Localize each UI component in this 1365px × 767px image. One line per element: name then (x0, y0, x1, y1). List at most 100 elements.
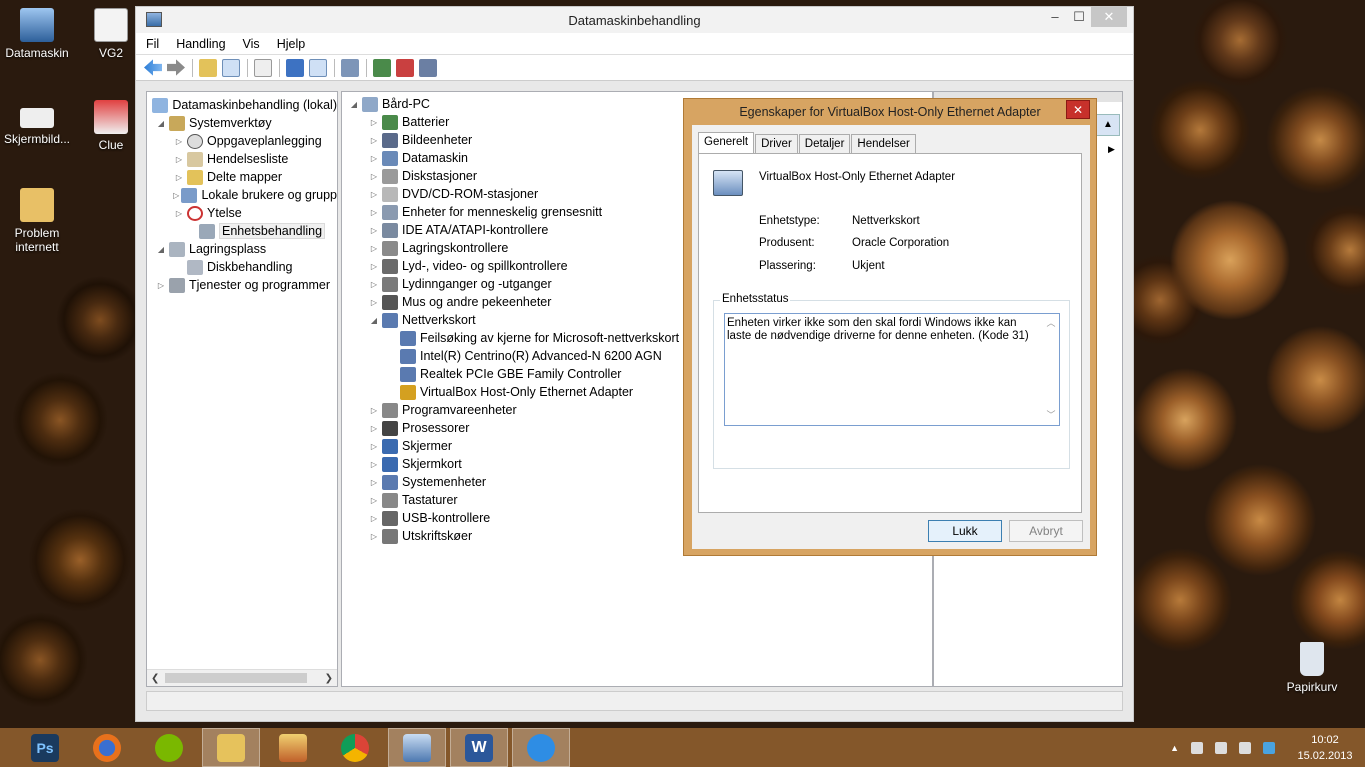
tree-item[interactable]: ◢ Systemverktøy (147, 114, 337, 132)
menu-help[interactable]: Hjelp (277, 37, 306, 51)
monitor-icon (382, 438, 398, 454)
volume-icon[interactable] (1239, 741, 1251, 754)
taskbar-spotify[interactable] (140, 728, 198, 767)
network-adapter-warning-icon (713, 170, 743, 196)
device-icon[interactable] (1191, 741, 1203, 754)
network-adapter-icon (400, 366, 416, 382)
tab-general[interactable]: Generelt (698, 132, 755, 153)
computer-management-icon (403, 733, 431, 762)
dialog-title-bar[interactable]: Egenskaper for VirtualBox Host-Only Ethe… (684, 99, 1096, 125)
tree-item[interactable]: Diskbehandling (147, 258, 337, 276)
properties-dialog: Egenskaper for VirtualBox Host-Only Ethe… (683, 98, 1097, 556)
processor-icon (382, 420, 398, 436)
menu-view[interactable]: Vis (243, 37, 260, 51)
battery-icon (382, 114, 398, 130)
taskbar-photoshop[interactable]: Ps (16, 728, 74, 767)
tab-events[interactable]: Hendelser (851, 134, 916, 153)
console-tree-icon[interactable] (222, 58, 240, 77)
more-actions-icon[interactable]: ▶ (1108, 144, 1115, 155)
status-bar (146, 691, 1123, 711)
prop-key: Plassering: (759, 260, 816, 272)
device-name: VirtualBox Host-Only Ethernet Adapter (759, 171, 956, 183)
clock-icon (187, 133, 203, 149)
collapse-icon[interactable]: ▲ (1096, 114, 1120, 136)
network-adapter-icon (382, 312, 398, 328)
folder-icon (20, 188, 54, 222)
taskbar-word[interactable]: W (450, 728, 508, 767)
desktop-icon-screenshot[interactable]: Skjermbild... (1, 100, 73, 146)
menu-file[interactable]: Fil (146, 37, 159, 51)
title-bar[interactable]: Datamaskinbehandling – ☐ ✕ (136, 7, 1133, 33)
tree-item[interactable]: ▷ Tjenester og programmer (147, 276, 337, 294)
toolbar (136, 55, 1133, 81)
export-list-icon[interactable] (254, 58, 272, 77)
app-shortcut-icon (94, 100, 128, 134)
disk-drive-icon (382, 168, 398, 184)
tab-driver[interactable]: Driver (755, 134, 798, 153)
taskbar-internet-explorer[interactable] (512, 728, 570, 767)
action-pane-icon[interactable] (309, 58, 327, 77)
tree-item-selected[interactable]: Enhetsbehandling (147, 222, 337, 240)
uninstall-device-icon[interactable] (396, 58, 414, 77)
device-status-textbox[interactable]: Enheten virker ikke som den skal fordi W… (724, 313, 1060, 426)
vertical-scrollbar[interactable]: ︿ ﹀ (1043, 314, 1059, 425)
taskbar-chrome[interactable] (326, 728, 384, 767)
dvd-drive-icon (382, 186, 398, 202)
taskbar-explorer[interactable] (202, 728, 260, 767)
dialog-close-button[interactable]: ✕ (1066, 100, 1090, 119)
audio-io-icon (382, 276, 398, 292)
services-icon (169, 277, 185, 293)
enable-device-icon[interactable] (419, 58, 437, 77)
cancel-button[interactable]: Avbryt (1009, 520, 1083, 542)
clock[interactable]: 10:02 15.02.2013 (1295, 732, 1355, 764)
taskbar-photo-viewer[interactable] (264, 728, 322, 767)
tree-item[interactable]: ▷ Oppgaveplanlegging (147, 132, 337, 150)
device-status-label: Enhetsstatus (720, 293, 791, 305)
display-adapter-icon (382, 456, 398, 472)
printer-queue-icon (382, 528, 398, 544)
keyboard-icon (382, 492, 398, 508)
desktop-icon-folder[interactable]: Problem internett (1, 188, 73, 254)
minimize-button[interactable]: – (1043, 7, 1067, 27)
sound-icon (382, 258, 398, 274)
network-icon[interactable] (1215, 741, 1227, 754)
close-dialog-button[interactable]: Lukk (928, 520, 1002, 542)
scan-hardware-icon[interactable] (341, 58, 359, 77)
forward-arrow-icon[interactable] (167, 59, 185, 76)
horizontal-scrollbar[interactable]: ❮ ❯ (147, 669, 337, 686)
desktop-icon-computer[interactable]: Datamaskin (1, 8, 73, 60)
scroll-thumb[interactable] (165, 673, 307, 683)
scroll-left-icon[interactable]: ❮ (151, 673, 159, 684)
tree-item[interactable]: ▷ Delte mapper (147, 168, 337, 186)
system-tray: ▲ 10:02 15.02.2013 (1170, 728, 1355, 767)
menu-action[interactable]: Handling (176, 37, 225, 51)
back-arrow-icon[interactable] (144, 59, 162, 76)
scroll-right-icon[interactable]: ❯ (325, 673, 333, 684)
taskbar-firefox[interactable] (78, 728, 136, 767)
computer-icon (382, 150, 398, 166)
update-driver-icon[interactable] (373, 58, 391, 77)
up-folder-icon[interactable] (199, 58, 217, 77)
users-icon (181, 187, 198, 203)
performance-icon (187, 205, 203, 221)
tree-item[interactable]: Datamaskinbehandling (lokal) (147, 96, 337, 114)
console-tree: Datamaskinbehandling (lokal) ◢ Systemverk… (146, 91, 338, 687)
maximize-button[interactable]: ☐ (1067, 7, 1091, 27)
prop-value: Oracle Corporation (852, 237, 950, 249)
desktop-icon-recycle-bin[interactable]: Papirkurv (1276, 642, 1348, 694)
shared-folder-icon (187, 169, 203, 185)
tree-item[interactable]: ◢ Lagringsplass (147, 240, 337, 258)
network-adapter-icon (400, 330, 416, 346)
storage-icon (169, 241, 185, 257)
dropbox-icon[interactable] (1263, 741, 1275, 754)
taskbar-computer-management[interactable] (388, 728, 446, 767)
tab-details[interactable]: Detaljer (798, 134, 851, 153)
close-button[interactable]: ✕ (1091, 7, 1127, 27)
tree-item[interactable]: ▷ Ytelse (147, 204, 337, 222)
image-file-icon (20, 108, 54, 128)
show-hidden-icons-icon[interactable]: ▲ (1170, 743, 1179, 753)
help-icon[interactable] (286, 58, 304, 77)
recycle-bin-icon (1300, 642, 1324, 676)
tree-item[interactable]: ▷ Hendelsesliste (147, 150, 337, 168)
tree-item[interactable]: ▷ Lokale brukere og grupp (147, 186, 337, 204)
